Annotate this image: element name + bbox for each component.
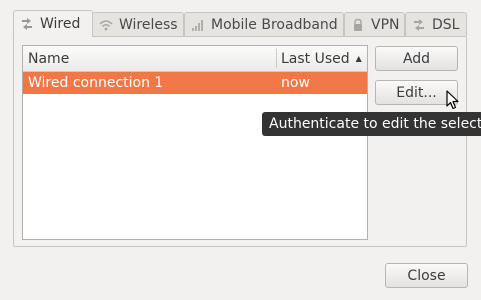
- wired-network-icon: [20, 17, 34, 31]
- list-header: Name Last Used ▲: [23, 46, 367, 72]
- connection-last-used: now: [281, 75, 310, 91]
- list-row-selected[interactable]: Wired connection 1 now: [23, 72, 367, 94]
- edit-tooltip: Authenticate to edit the selected connec…: [262, 112, 481, 136]
- wireless-icon: [99, 18, 113, 32]
- tab-vpn[interactable]: VPN: [344, 12, 405, 36]
- tab-label: VPN: [371, 16, 400, 33]
- tab-wired[interactable]: Wired: [13, 10, 93, 37]
- tab-label: Mobile Broadband: [211, 16, 338, 33]
- sort-ascending-icon: ▲: [355, 54, 362, 63]
- mouse-pointer-icon: [446, 90, 460, 114]
- close-button[interactable]: Close: [385, 263, 468, 288]
- column-header-name[interactable]: Name: [28, 46, 69, 71]
- column-separator: [276, 49, 277, 68]
- tab-label: Wired: [40, 16, 81, 32]
- add-button[interactable]: Add: [375, 46, 458, 71]
- dsl-icon: [412, 18, 426, 32]
- tab-label: Wireless: [119, 16, 178, 33]
- tab-wireless[interactable]: Wireless: [92, 12, 184, 36]
- signal-bars-icon: [191, 18, 205, 32]
- tab-dsl[interactable]: DSL: [405, 12, 467, 36]
- connection-list[interactable]: Name Last Used ▲ Wired connection 1 now: [22, 45, 368, 240]
- connection-name: Wired connection 1: [28, 75, 164, 91]
- column-header-last-used[interactable]: Last Used ▲: [281, 46, 362, 71]
- tab-label: DSL: [432, 16, 460, 33]
- lock-icon: [351, 18, 365, 32]
- tab-mobile-broadband[interactable]: Mobile Broadband: [184, 12, 344, 36]
